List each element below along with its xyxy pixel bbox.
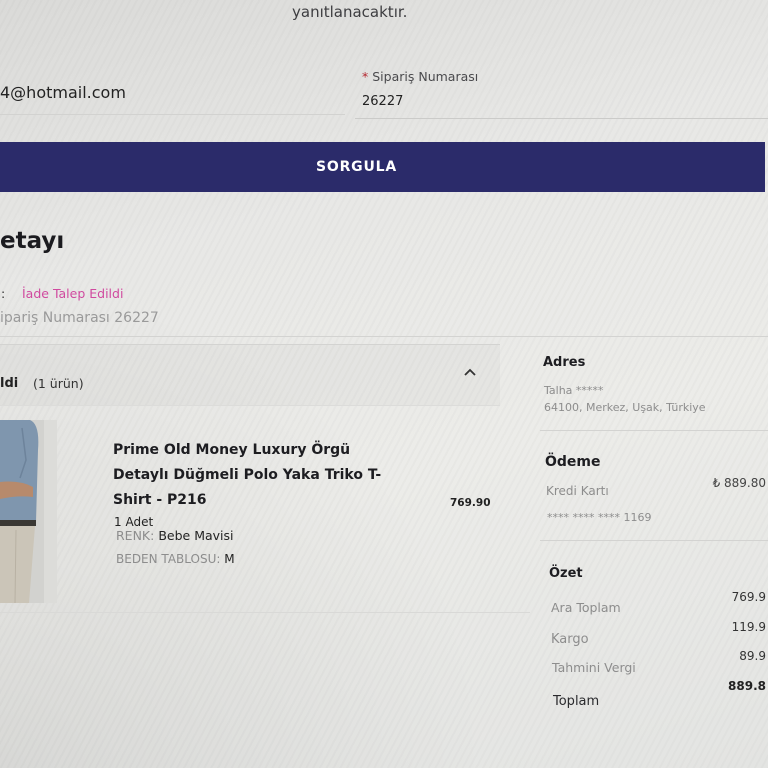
page-title: etayı	[0, 228, 65, 254]
masked-card-number: **** **** **** 1169	[547, 511, 652, 524]
subtotal-label: Ara Toplam	[551, 600, 621, 615]
form-note: yanıtlanacaktır.	[292, 3, 408, 21]
shipping-value: 119.9	[731, 620, 766, 634]
product-color-row: RENK: Bebe Mavisi	[116, 528, 234, 543]
summary-heading: Özet	[549, 566, 583, 581]
query-button[interactable]: SORGULA	[0, 142, 765, 192]
product-name-link[interactable]: Prime Old Money Luxury Örgü Detaylı Düğm…	[113, 438, 403, 513]
address-heading: Adres	[543, 355, 586, 370]
divider	[0, 336, 768, 337]
divider	[0, 612, 530, 613]
status-prefix: :	[1, 286, 6, 301]
divider	[540, 540, 768, 541]
size-value: M	[224, 552, 235, 566]
divider	[540, 430, 768, 431]
size-label: BEDEN TABLOSU:	[116, 552, 221, 566]
payment-amount: ₺ 889.80	[712, 476, 766, 490]
chevron-up-icon[interactable]	[464, 368, 476, 376]
shipment-header: ldi (1 ürün)	[0, 344, 500, 406]
required-mark: *	[362, 69, 369, 84]
payment-method: Kredi Kartı	[546, 484, 609, 498]
email-value: 4@hotmail.com	[0, 83, 126, 102]
order-number-label-text: Sipariş Numarası	[372, 69, 479, 84]
color-label: RENK:	[116, 528, 155, 543]
total-value: 889.8	[728, 679, 766, 693]
shipment-title: ldi	[0, 376, 19, 391]
payment-heading: Ödeme	[545, 454, 601, 470]
status-badge: İade Talep Edildi	[22, 286, 124, 301]
shipping-label: Kargo	[551, 632, 589, 647]
color-value: Bebe Mavisi	[158, 528, 234, 543]
order-number-text: ipariş Numarası 26227	[0, 310, 159, 326]
product-image[interactable]	[0, 420, 57, 603]
order-number-value: 26227	[362, 94, 404, 109]
total-label: Toplam	[553, 694, 600, 709]
shipment-item-count: (1 ürün)	[33, 376, 84, 391]
address-line: 64100, Merkez, Uşak, Türkiye	[544, 401, 706, 414]
subtotal-value: 769.9	[731, 590, 766, 604]
email-field[interactable]: 4@hotmail.com	[0, 70, 345, 115]
order-number-label: * Sipariş Numarası	[362, 69, 478, 84]
product-price: 769.90	[450, 497, 491, 509]
product-size-row: BEDEN TABLOSU: M	[116, 552, 235, 566]
order-number-field[interactable]: * Sipariş Numarası 26227	[355, 62, 768, 119]
tax-label: Tahmini Vergi	[552, 660, 636, 675]
tax-value: 89.9	[739, 649, 766, 663]
address-name: Talha *****	[544, 384, 604, 397]
